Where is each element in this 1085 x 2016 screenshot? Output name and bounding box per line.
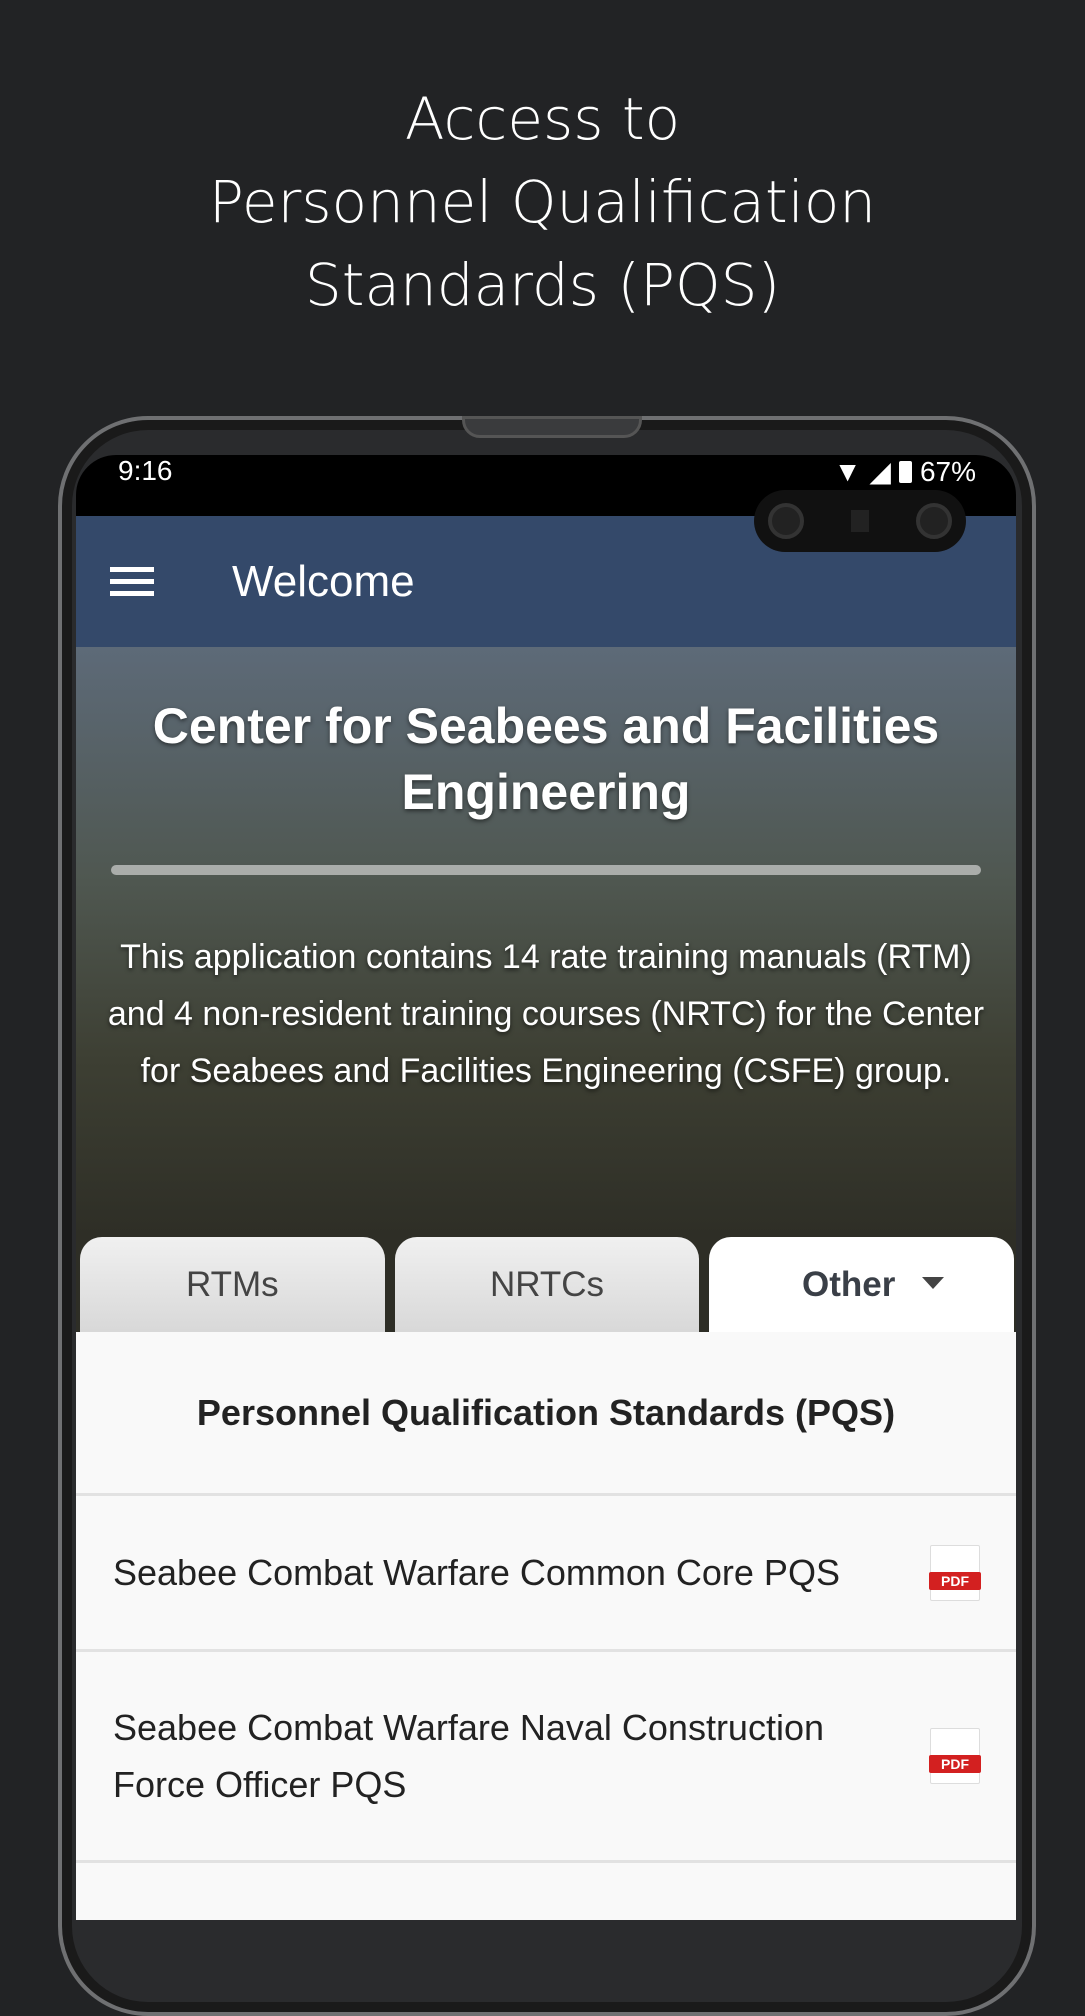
pdf-icon[interactable]: PDF [929, 1544, 981, 1601]
hero-title: Center for Seabees and Facilities Engine… [152, 698, 940, 820]
hero-description: This application contains 14 rate traini… [107, 938, 985, 1090]
promo-line-3: Standards (PQS) [304, 251, 781, 319]
tab-rtms[interactable]: RTMs [80, 1237, 385, 1332]
camera-cutout [754, 490, 966, 552]
tab-nrtcs[interactable]: NRTCs [394, 1237, 700, 1332]
speaker-grille [462, 416, 642, 438]
tab-bar: RTMs NRTCs Other [76, 1237, 1016, 1332]
item-label: Seabee Combat Warfare Common Core PQS [113, 1552, 840, 1593]
chevron-down-icon[interactable] [922, 1277, 945, 1289]
list-item[interactable]: Seabee Combat Warfare Naval Construction… [76, 1652, 1016, 1863]
hero-banner: Center for Seabees and Facilities Engine… [76, 647, 1016, 1237]
section-header: Personnel Qualification Standards (PQS) [76, 1332, 1016, 1496]
wifi-icon: ▼ [833, 455, 862, 487]
item-label: Seabee Combat Warfare Naval Construction… [113, 1707, 824, 1805]
battery-icon [898, 460, 912, 483]
menu-icon[interactable] [110, 567, 154, 596]
status-time: 9:16 [118, 455, 173, 486]
list-item[interactable] [76, 1863, 1016, 1920]
promo-line-2: Personnel Qualification [208, 168, 877, 236]
promo-line-1: Access to [404, 85, 681, 153]
hero-divider [111, 865, 981, 875]
tab-other[interactable]: Other [709, 1237, 1015, 1332]
signal-icon: ◢ [869, 456, 891, 487]
tab-label: NRTCs [489, 1264, 605, 1304]
list-item[interactable]: Seabee Combat Warfare Common Core PQS PD… [76, 1496, 1016, 1652]
app-screen: 9:16 ▼ ◢ 67% Welcome Center for Seabees … [76, 455, 1016, 1920]
tab-label: Other [802, 1264, 896, 1304]
promo-headline: Access to Personnel Qualification Standa… [0, 78, 1085, 327]
page-title: Welcome [232, 556, 415, 606]
document-list: Personnel Qualification Standards (PQS) … [76, 1332, 1016, 1920]
tab-label: RTMs [185, 1264, 279, 1304]
pdf-icon[interactable]: PDF [929, 1728, 981, 1784]
battery-level: 67% [919, 455, 976, 487]
